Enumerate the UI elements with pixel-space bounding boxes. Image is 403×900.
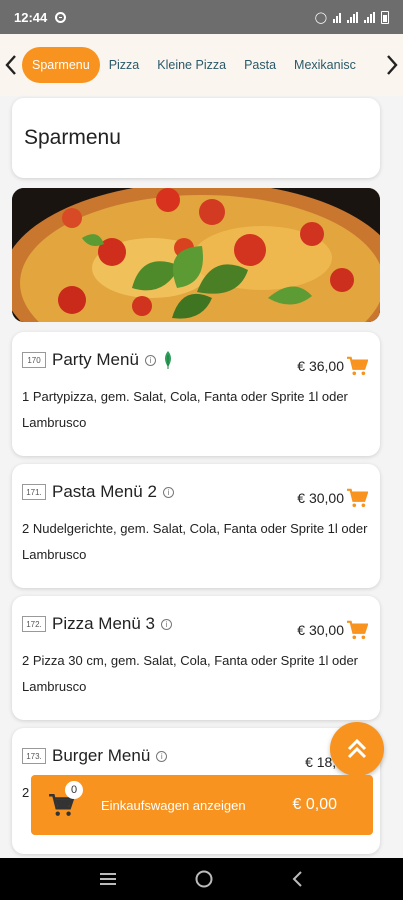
menu-item-number: 171. bbox=[22, 484, 46, 500]
menu-item-description: 2 Nudelgerichte, gem. Salat, Cola, Fanta… bbox=[22, 521, 368, 562]
status-bar: 12:44 ◯ bbox=[0, 0, 403, 34]
info-icon[interactable]: i bbox=[144, 354, 156, 366]
recent-apps-button[interactable] bbox=[98, 871, 118, 887]
info-icon[interactable]: i bbox=[156, 750, 168, 762]
back-chevron-icon bbox=[292, 871, 302, 887]
menu-item-card[interactable]: 171. Pasta Menü 2 i € 30,00 2 Nudelgeric… bbox=[12, 464, 380, 588]
menu-item-name: Burger Menü bbox=[52, 746, 151, 765]
info-icon[interactable]: i bbox=[161, 618, 172, 630]
cart-count-badge: 0 bbox=[65, 781, 83, 799]
chevron-right-icon bbox=[387, 55, 398, 75]
category-tabs: Sparmenu Pizza Kleine Pizza Pasta Mexika… bbox=[22, 34, 381, 96]
menu-item-price: € 30,00 bbox=[297, 622, 344, 638]
menu-item-header: 173. Burger Menü i bbox=[22, 746, 168, 766]
scroll-to-top-button[interactable] bbox=[330, 722, 384, 776]
hero-pizza-image bbox=[12, 188, 380, 322]
menu-item-price: € 30,00 bbox=[297, 490, 344, 506]
add-to-cart-icon[interactable] bbox=[346, 488, 368, 508]
tab-mexikanisch[interactable]: Mexikanisc bbox=[285, 48, 365, 82]
menu-lines-icon bbox=[100, 873, 117, 885]
menu-item-header: 171. Pasta Menü 2 i bbox=[22, 482, 174, 502]
menu-item-header: 172. Pizza Menü 3 i bbox=[22, 614, 172, 634]
info-icon[interactable]: i bbox=[162, 486, 174, 498]
cart-total: € 0,00 bbox=[292, 796, 337, 813]
double-chevron-up-icon bbox=[347, 738, 367, 759]
battery-icon bbox=[381, 10, 389, 24]
tab-pasta[interactable]: Pasta bbox=[235, 48, 285, 82]
chevron-left-icon bbox=[5, 55, 16, 75]
menu-item-price: € 36,00 bbox=[297, 358, 344, 374]
menu-item-description: 2 Pizza 30 cm, gem. Salat, Cola, Fanta o… bbox=[22, 653, 359, 694]
system-nav-bar bbox=[0, 858, 403, 900]
menu-item-name: Party Menü bbox=[52, 350, 139, 369]
add-to-cart-icon[interactable] bbox=[346, 356, 368, 376]
signal-icon bbox=[347, 11, 358, 23]
back-button[interactable] bbox=[291, 870, 305, 888]
category-next-button[interactable] bbox=[381, 34, 403, 96]
signal-icon-2 bbox=[364, 11, 375, 23]
menu-item-name: Pasta Menü 2 bbox=[52, 482, 157, 501]
tab-sparmenu[interactable]: Sparmenu bbox=[22, 47, 100, 83]
menu-item-number: 173. bbox=[22, 748, 46, 764]
cart-icon-wrap: 0 bbox=[31, 775, 91, 835]
cart-label: Einkaufswagen anzeigen bbox=[101, 797, 246, 813]
tab-kleine-pizza[interactable]: Kleine Pizza bbox=[148, 48, 235, 82]
menu-item-header: 170 Party Menü i bbox=[22, 350, 174, 370]
menu-item-number: 170 bbox=[22, 352, 46, 368]
view-cart-button[interactable]: 0 Einkaufswagen anzeigen € 0,00 bbox=[31, 775, 373, 835]
wifi-icon bbox=[333, 12, 341, 23]
section-header-card: Sparmenu bbox=[12, 98, 380, 178]
dnd-icon bbox=[55, 11, 67, 23]
menu-item-card[interactable]: 170 Party Menü i € 36,00 1 Partypizza, g… bbox=[12, 332, 380, 456]
category-prev-button[interactable] bbox=[0, 34, 22, 96]
menu-item-description: 1 Partypizza, gem. Salat, Cola, Fanta od… bbox=[22, 389, 348, 430]
pizza-illustration bbox=[12, 188, 380, 322]
category-bar: Sparmenu Pizza Kleine Pizza Pasta Mexika… bbox=[0, 34, 403, 96]
menu-item-name: Pizza Menü 3 bbox=[52, 614, 155, 633]
section-title: Sparmenu bbox=[24, 126, 121, 149]
add-to-cart-icon[interactable] bbox=[346, 620, 368, 640]
status-time: 12:44 bbox=[14, 9, 48, 25]
menu-item-number: 172. bbox=[22, 616, 46, 632]
alarm-icon: ◯ bbox=[314, 11, 327, 24]
menu-item-card[interactable]: 172. Pizza Menü 3 i € 30,00 2 Pizza 30 c… bbox=[12, 596, 380, 720]
tab-pizza[interactable]: Pizza bbox=[100, 48, 149, 82]
home-button[interactable] bbox=[194, 869, 214, 889]
home-circle-icon bbox=[195, 870, 213, 888]
leaf-icon bbox=[164, 351, 171, 369]
